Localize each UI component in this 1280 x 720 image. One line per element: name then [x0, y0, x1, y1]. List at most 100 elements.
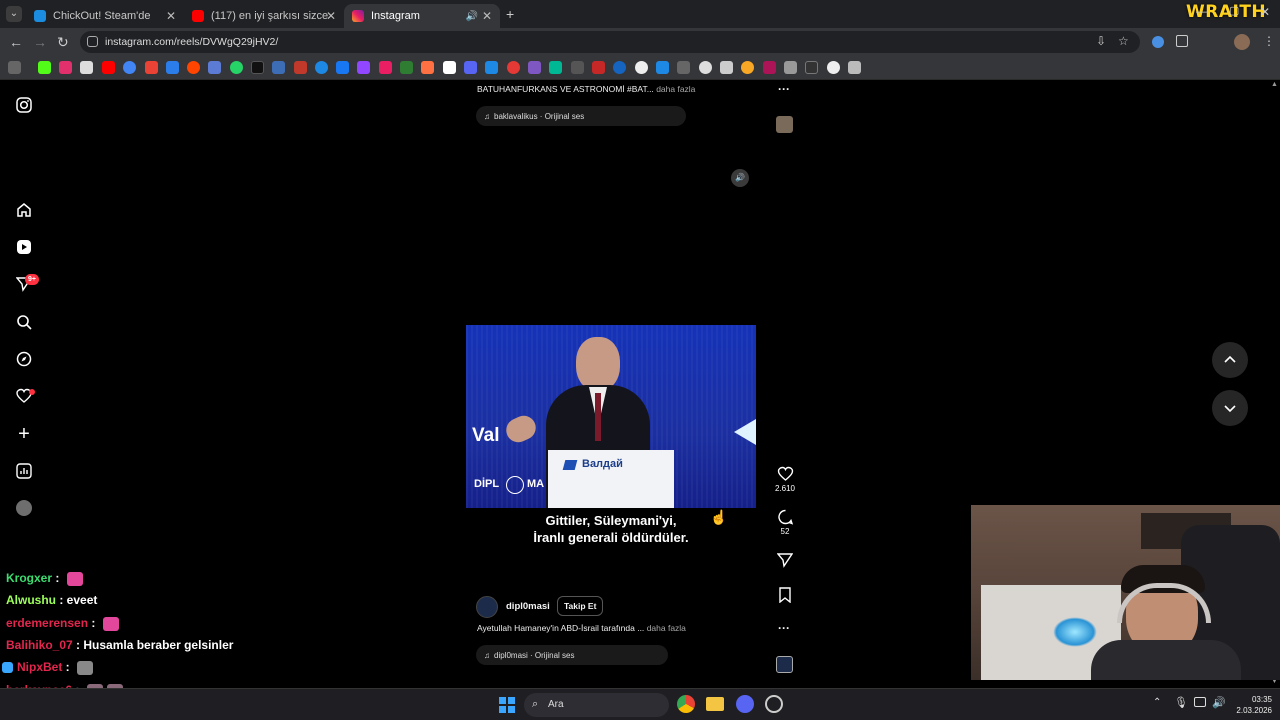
back-button[interactable]: ← [9, 35, 23, 49]
instagram-logo-icon[interactable] [14, 95, 34, 115]
bookmark-whatsapp-icon[interactable] [230, 61, 243, 74]
tray-chevron-icon[interactable]: ⌃ [1153, 697, 1161, 708]
share-button[interactable] [770, 552, 800, 570]
minimize-button[interactable]: — [1196, 7, 1207, 18]
reel-more-link[interactable]: daha fazla [647, 623, 686, 633]
reload-button[interactable]: ↻ [57, 35, 69, 49]
volume-icon[interactable]: 🔊 [1212, 696, 1226, 709]
bookmark-icon[interactable] [699, 61, 712, 74]
bookmark-google-icon[interactable] [123, 61, 136, 74]
bookmark-icon[interactable] [294, 61, 307, 74]
previous-reel[interactable]: BATUHANFURKANS VE ASTRONOMİ #BAT... daha… [466, 81, 756, 135]
url-field[interactable]: instagram.com/reels/DVWgQ29jHV2/ ⇩ ☆ [80, 31, 1140, 53]
bookmark-icon[interactable] [805, 61, 818, 74]
author-avatar[interactable] [476, 596, 498, 618]
clock[interactable]: 03:35 2.03.2026 [1232, 694, 1272, 716]
install-app-icon[interactable]: ⇩ [1096, 34, 1106, 48]
bookmark-gmail-icon[interactable] [145, 61, 158, 74]
bookmark-icon[interactable] [720, 61, 733, 74]
bookmark-kick-icon[interactable] [38, 61, 51, 74]
scrollbar-up-arrow[interactable]: ▲ [1271, 81, 1278, 88]
home-icon[interactable] [14, 200, 34, 220]
bookmark-icon[interactable] [208, 61, 221, 74]
create-plus-icon[interactable]: + [14, 423, 34, 445]
site-info-icon[interactable] [87, 36, 98, 47]
microphone-icon[interactable]: 🎙 [1174, 696, 1188, 709]
file-explorer-icon[interactable] [706, 697, 724, 711]
close-window-button[interactable]: ✕ [1260, 6, 1270, 18]
extension-icon[interactable] [1152, 36, 1164, 48]
bookmark-icon[interactable] [272, 61, 285, 74]
follow-button[interactable]: Takip Et [557, 596, 604, 616]
bookmark-icon[interactable] [677, 61, 690, 74]
bookmark-star-icon[interactable]: ☆ [1118, 34, 1129, 48]
tab-instagram[interactable]: Instagram 🔊 ✕ [344, 4, 500, 28]
bookmark-icon[interactable] [315, 61, 328, 74]
mute-toggle-icon[interactable]: 🔊 [731, 169, 749, 187]
bookmark-icon[interactable] [571, 61, 584, 74]
like-button[interactable]: 2.610 [770, 466, 800, 493]
bookmark-reddit-icon[interactable] [187, 61, 200, 74]
next-reel-button[interactable] [1212, 390, 1248, 426]
bookmark-icon[interactable] [656, 61, 669, 74]
bookmark-icon[interactable] [528, 61, 541, 74]
app-icon[interactable] [765, 695, 783, 713]
bookmark-icon[interactable] [379, 61, 392, 74]
profile-avatar[interactable] [1234, 34, 1250, 50]
bookmark-icon[interactable] [443, 61, 456, 74]
bookmark-twitch-icon[interactable] [357, 61, 370, 74]
previous-reel-button[interactable] [1212, 342, 1248, 378]
bookmark-icon[interactable] [464, 61, 477, 74]
bookmark-icon[interactable] [827, 61, 840, 74]
discord-icon[interactable] [736, 695, 754, 713]
audio-playing-icon[interactable]: 🔊 [466, 11, 478, 22]
close-tab-icon[interactable]: ✕ [326, 9, 336, 23]
bookmark-icon[interactable] [613, 61, 626, 74]
main-reel[interactable]: 🔊 Val Валдай DİPL MA Gittiler, Süleymani… [466, 159, 756, 675]
extensions-puzzle-icon[interactable] [1176, 35, 1188, 47]
bookmark-icon[interactable] [166, 61, 179, 74]
previous-reel-more-link[interactable]: daha fazla [656, 84, 695, 94]
chrome-taskbar-icon[interactable] [677, 695, 695, 713]
bookmark-icon[interactable] [848, 61, 861, 74]
audio-thumbnail[interactable] [776, 656, 793, 673]
bookmark-icon[interactable] [741, 61, 754, 74]
bookmark-x-icon[interactable] [80, 61, 93, 74]
chrome-menu-icon[interactable]: ⋮ [1263, 35, 1275, 47]
reel-audio[interactable]: ♫ dipl0masi · Orijinal ses [476, 645, 668, 665]
bookmark-icon[interactable] [763, 61, 776, 74]
close-tab-icon[interactable]: ✕ [166, 9, 176, 23]
bookmark-icon[interactable] [549, 61, 562, 74]
bookmark-icon[interactable] [421, 61, 434, 74]
search-icon[interactable] [14, 312, 34, 332]
explore-icon[interactable] [14, 349, 34, 369]
tab-youtube[interactable]: (117) en iyi şarkısı sizce git mi ? ✕ [184, 4, 344, 28]
bookmark-icon[interactable] [784, 61, 797, 74]
display-icon[interactable] [1194, 697, 1206, 707]
dashboard-icon[interactable] [14, 461, 34, 481]
previous-reel-audio[interactable]: ♫ baklavalikus · Orijinal ses [476, 106, 686, 126]
previous-reel-audio-thumb[interactable] [776, 116, 793, 133]
bookmark-icon[interactable] [400, 61, 413, 74]
bookmark-youtube-icon[interactable] [102, 61, 115, 74]
tab-steam[interactable]: ChickOut! Steam'de ✕ [26, 4, 184, 28]
reels-icon[interactable] [14, 237, 34, 257]
taskbar-search-box[interactable]: ⌕ Ara [524, 693, 669, 717]
save-button[interactable] [770, 587, 800, 605]
start-button[interactable] [499, 697, 515, 713]
previous-reel-more-icon[interactable]: ··· [778, 82, 790, 96]
tab-search-button[interactable]: ⌄ [6, 6, 22, 22]
close-tab-icon[interactable]: ✕ [482, 9, 492, 23]
bookmark-instagram-icon[interactable] [59, 61, 72, 74]
bookmark-icon[interactable] [251, 61, 264, 74]
author-username[interactable]: dipl0masi [506, 601, 550, 612]
bookmark-facebook-icon[interactable] [336, 61, 349, 74]
maximize-button[interactable]: ▢ [1229, 6, 1239, 17]
bookmark-icon[interactable] [592, 61, 605, 74]
forward-button[interactable]: → [33, 35, 47, 49]
profile-avatar[interactable] [16, 500, 32, 516]
comment-button[interactable]: 52 [770, 509, 800, 536]
more-options-icon[interactable]: ··· [778, 621, 790, 635]
bookmark-icon[interactable] [485, 61, 498, 74]
bookmark-icon[interactable] [507, 61, 520, 74]
